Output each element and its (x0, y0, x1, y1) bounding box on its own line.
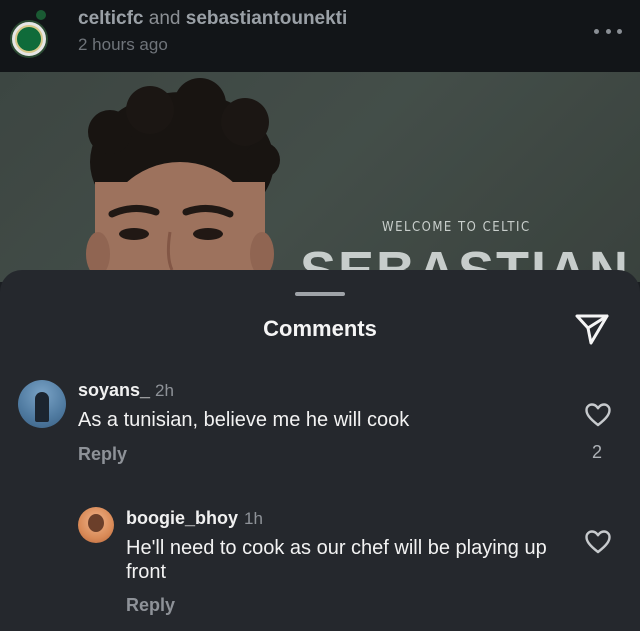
sheet-grabber[interactable] (295, 292, 345, 296)
authors-joiner: and (148, 8, 181, 29)
avatar-boogie-bhoy[interactable] (78, 507, 114, 543)
comment-username[interactable]: soyans_ (78, 380, 150, 401)
comment-text: He'll need to cook as our chef will be p… (126, 537, 547, 583)
instagram-post-screen: celticfc and sebastiantounekti 2 hours a… (0, 0, 640, 631)
post-timestamp: 2 hours ago (78, 35, 168, 54)
comment-time: 2h (155, 381, 174, 400)
reply-button[interactable]: Reply (78, 444, 127, 465)
post-header: celticfc and sebastiantounekti 2 hours a… (0, 0, 640, 72)
celticfc-avatar[interactable] (10, 20, 48, 58)
heart-icon[interactable] (585, 403, 611, 427)
comments-sheet: Comments soyans_ 2h As a tunisian, belie… (0, 270, 640, 631)
comments-title: Comments (263, 316, 377, 341)
comment-text: As a tunisian, believe me he will cook (78, 409, 410, 431)
celtic-crest-logo (15, 25, 43, 53)
like-count: 2 (592, 442, 603, 462)
image-welcome-text: WELCOME TO CELTIC (382, 220, 531, 235)
heart-icon[interactable] (585, 530, 611, 554)
comment-username[interactable]: boogie_bhoy (126, 508, 238, 529)
comment-time: 1h (244, 509, 263, 528)
author-sebastiantounekti[interactable]: sebastiantounekti (186, 8, 348, 29)
post-image[interactable]: WELCOME TO CELTIC SEBASTIAN (0, 72, 640, 282)
post-authors: celticfc and sebastiantounekti (78, 8, 347, 30)
story-badge-icon (36, 10, 46, 20)
author-celticfc[interactable]: celticfc (78, 8, 143, 29)
send-icon[interactable] (574, 312, 610, 346)
avatar-soyans[interactable] (18, 380, 66, 428)
more-horizontal-icon[interactable] (594, 26, 622, 36)
reply-button[interactable]: Reply (126, 595, 175, 616)
